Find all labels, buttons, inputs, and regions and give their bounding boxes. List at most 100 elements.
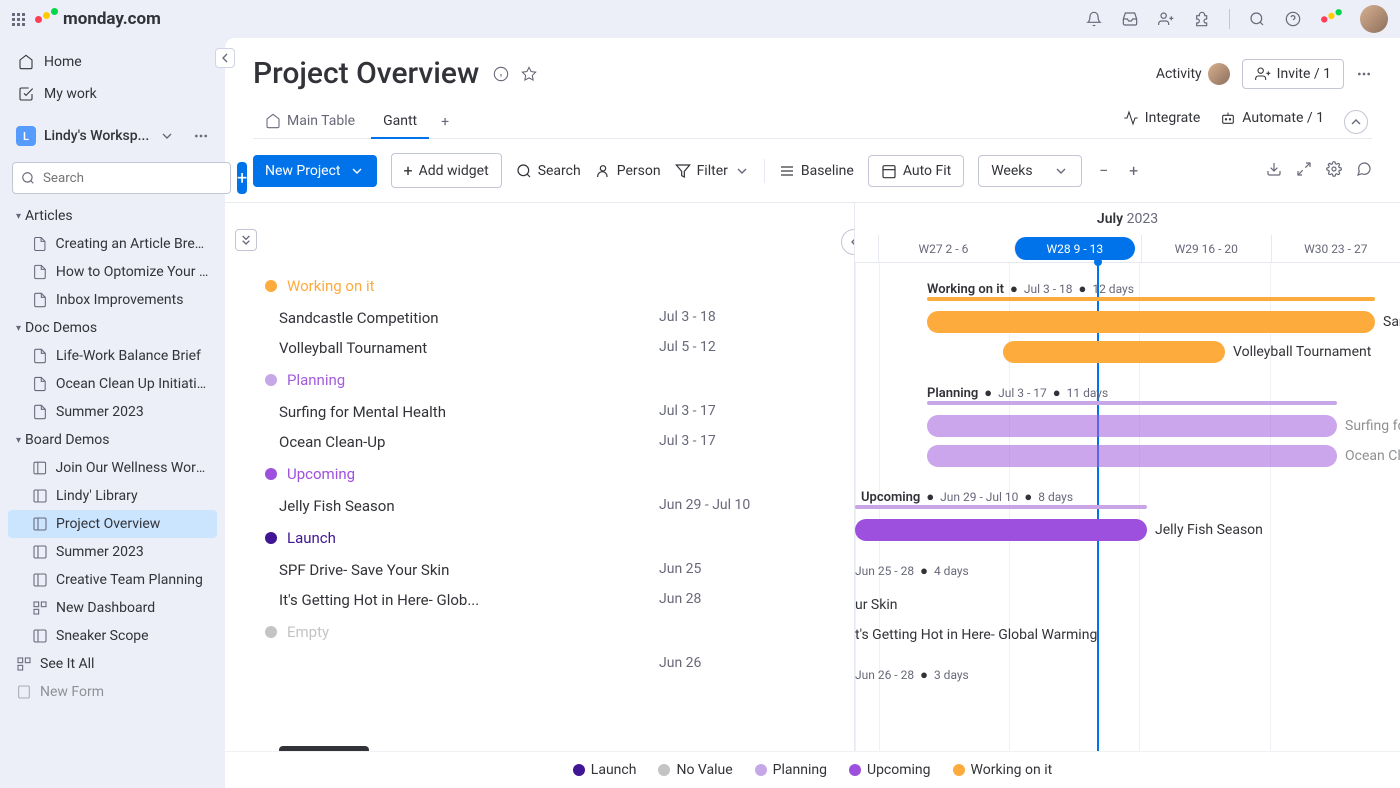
add-tab-button[interactable]: + [433, 106, 457, 138]
integrate-button[interactable]: Integrate [1123, 110, 1201, 134]
tab-gantt[interactable]: Gantt [371, 105, 429, 139]
toolbar-baseline[interactable]: Baseline [779, 163, 854, 179]
week-header: W29 16 - 20 [1141, 235, 1271, 262]
avatar[interactable] [1360, 5, 1388, 33]
new-project-button[interactable]: New Project [253, 155, 377, 187]
sidebar-item[interactable]: Inbox Improvements [8, 286, 217, 314]
zoom-in-button[interactable]: + [1126, 161, 1142, 180]
chat-icon[interactable] [1356, 161, 1372, 181]
more-icon[interactable] [193, 128, 209, 144]
sidebar-item[interactable]: Sneaker Scope [8, 622, 217, 650]
sidebar-item[interactable]: See It All [8, 650, 217, 678]
board-lock-icon [32, 544, 48, 560]
sidebar-item[interactable]: New Form [8, 678, 217, 706]
doc-icon [32, 376, 48, 392]
nav-home[interactable]: Home [8, 46, 217, 78]
board-icon [32, 516, 48, 532]
gantt-bar[interactable]: Jelly Fish Season [855, 519, 1147, 541]
task-row[interactable]: SPF Drive- Save Your SkinJun 25 [225, 555, 854, 585]
sidebar-collapse-button[interactable] [215, 48, 235, 68]
search-icon [516, 163, 532, 179]
form-icon [16, 684, 32, 700]
apps-icon[interactable] [12, 13, 25, 26]
search-icon[interactable] [1248, 10, 1266, 28]
download-icon[interactable] [1266, 161, 1282, 181]
sidebar-item[interactable]: How to Optomize Your ... [8, 258, 217, 286]
week-header: W27 2 - 6 [878, 235, 1008, 262]
gantt-bar[interactable]: Volleyball Tournament [1003, 341, 1225, 363]
integrate-icon [1123, 110, 1139, 126]
home-icon [265, 113, 281, 129]
board-icon [32, 460, 48, 476]
gantt-task-list: Working on it Sandcastle CompetitionJul … [225, 203, 855, 788]
collapse-all-button[interactable] [235, 229, 257, 251]
group-upcoming[interactable]: Upcoming [225, 457, 854, 491]
group-summary-launch: Jun 25 - 28● 4 days [855, 563, 969, 579]
folder-boarddemos[interactable]: ▾Board Demos [8, 426, 217, 454]
sidebar-item[interactable]: Creative Team Planning [8, 566, 217, 594]
task-row[interactable]: Sandcastle CompetitionJul 3 - 18 [225, 303, 854, 333]
gantt-bar[interactable]: Sandcastle Competition [927, 311, 1375, 333]
sidebar-search-input[interactable] [12, 162, 231, 194]
autofit-button[interactable]: Auto Fit [868, 155, 964, 187]
toolbar-person[interactable]: Person [595, 163, 661, 179]
board-icon [32, 572, 48, 588]
group-empty[interactable]: Empty [225, 615, 854, 649]
invite-icon[interactable] [1157, 10, 1175, 28]
timescale-select[interactable]: Weeks [978, 155, 1081, 187]
task-row[interactable]: Jun 26 [225, 649, 854, 677]
workspace-selector[interactable]: L Lindy's Worksp... [0, 118, 225, 154]
doc-icon [32, 404, 48, 420]
robot-icon [1220, 110, 1236, 126]
gantt-timeline[interactable]: July 2023 W27 2 - 6 W28 9 - 13 W29 16 - … [855, 203, 1400, 788]
doc-icon [32, 292, 48, 308]
chevron-down-icon [1053, 163, 1069, 179]
group-planning[interactable]: Planning [225, 363, 854, 397]
gantt-view: Working on it Sandcastle CompetitionJul … [225, 203, 1400, 788]
invite-button[interactable]: Invite / 1 [1242, 59, 1344, 89]
help-icon[interactable] [1284, 10, 1302, 28]
star-icon[interactable] [521, 66, 537, 82]
gantt-bar[interactable]: Surfing for Mental Health [927, 415, 1337, 437]
sidebar-item[interactable]: Summer 2023 [8, 398, 217, 426]
product-switcher-icon[interactable] [1321, 9, 1341, 29]
group-launch[interactable]: Launch [225, 521, 854, 555]
zoom-out-button[interactable]: − [1096, 161, 1112, 180]
tab-main-table[interactable]: Main Table [253, 105, 367, 139]
task-row[interactable]: Jelly Fish SeasonJun 29 - Jul 10 [225, 491, 854, 521]
group-working[interactable]: Working on it [225, 269, 854, 303]
task-row[interactable]: Volleyball TournamentJul 5 - 12 [225, 333, 854, 363]
settings-icon[interactable] [1326, 161, 1342, 181]
collapse-header-button[interactable] [1344, 110, 1368, 134]
sidebar-item[interactable]: Creating an Article Brea... [8, 230, 217, 258]
sidebar-item[interactable]: New Dashboard [8, 594, 217, 622]
bell-icon[interactable] [1085, 10, 1103, 28]
task-row[interactable]: Ocean Clean-UpJul 3 - 17 [225, 427, 854, 457]
logo[interactable]: monday.com [35, 8, 161, 30]
extension-icon[interactable] [1193, 10, 1211, 28]
fullscreen-icon[interactable] [1296, 161, 1312, 181]
sidebar-item[interactable]: Ocean Clean Up Initiative [8, 370, 217, 398]
task-row[interactable]: It's Getting Hot in Here- Glob...Jun 28 [225, 585, 854, 615]
toolbar-search[interactable]: Search [516, 163, 581, 179]
legend: Launch No Value Planning Upcoming Workin… [225, 751, 1400, 788]
task-row[interactable]: Surfing for Mental HealthJul 3 - 17 [225, 397, 854, 427]
sidebar-item[interactable]: Summer 2023 [8, 538, 217, 566]
gantt-bar[interactable]: Ocean Clean-Up [927, 445, 1337, 467]
activity-button[interactable]: Activity [1156, 63, 1230, 85]
folder-articles[interactable]: ▾Articles [8, 202, 217, 230]
add-item-button[interactable]: + [237, 162, 247, 194]
sidebar-item-project-overview[interactable]: Project Overview [8, 510, 217, 538]
info-icon[interactable] [493, 66, 509, 82]
add-widget-button[interactable]: +Add widget [391, 153, 502, 188]
toolbar-filter[interactable]: Filter [675, 163, 750, 179]
nav-mywork[interactable]: My work [8, 78, 217, 110]
sidebar-item[interactable]: Life-Work Balance Brief [8, 342, 217, 370]
more-icon[interactable] [1356, 66, 1372, 82]
status-dot [265, 374, 277, 386]
folder-docdemos[interactable]: ▾Doc Demos [8, 314, 217, 342]
inbox-icon[interactable] [1121, 10, 1139, 28]
sidebar-item[interactable]: Lindy' Library [8, 482, 217, 510]
sidebar-item[interactable]: Join Our Wellness Work... [8, 454, 217, 482]
automate-button[interactable]: Automate / 1 [1220, 110, 1324, 134]
